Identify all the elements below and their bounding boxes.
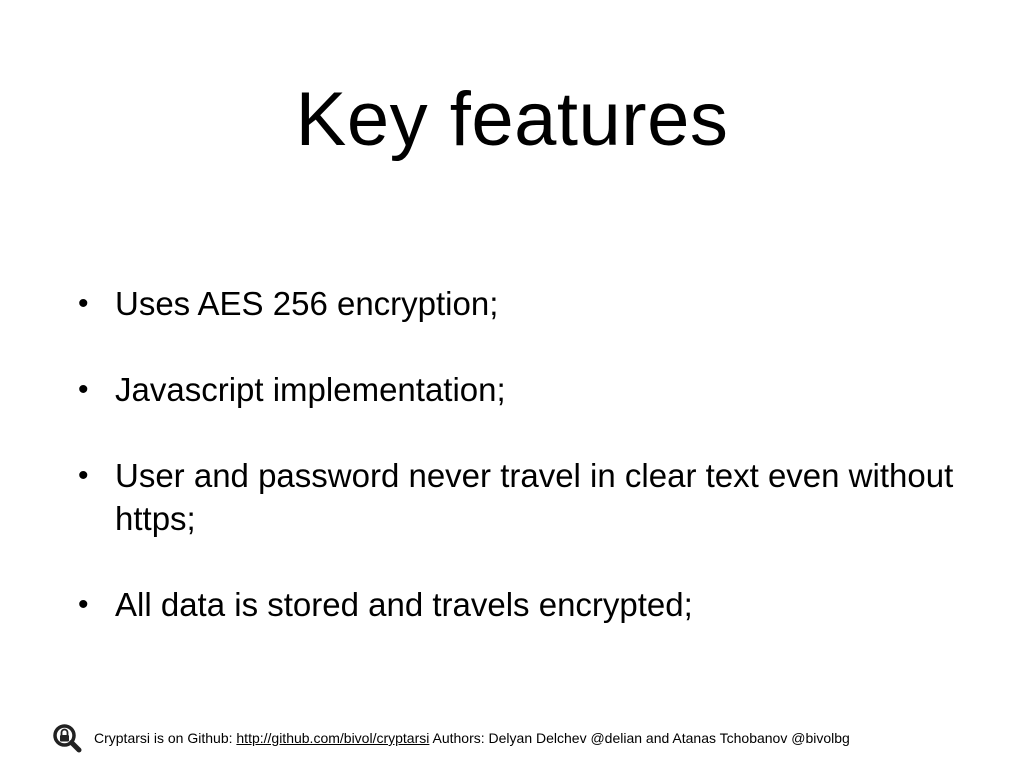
slide-title: Key features (295, 77, 729, 162)
bullet-item: • All data is stored and travels encrypt… (78, 583, 958, 626)
github-link[interactable]: http://github.com/bivol/cryptarsi (236, 730, 429, 746)
bullet-text: Javascript implementation; (115, 371, 506, 408)
magnifier-lock-icon (53, 724, 82, 753)
bullet-list: • Uses AES 256 encryption; • Javascript … (78, 282, 958, 669)
bullet-dot: • (78, 588, 89, 621)
bullet-text: All data is stored and travels encrypted… (115, 586, 693, 623)
footer-authors: Authors: Delyan Delchev @delian and Atan… (429, 730, 850, 746)
bullet-item: • Javascript implementation; (78, 368, 958, 411)
bullet-dot: • (78, 373, 89, 406)
bullet-text: User and password never travel in clear … (115, 457, 954, 537)
bullet-item: • User and password never travel in clea… (78, 454, 958, 540)
bullet-text: Uses AES 256 encryption; (115, 285, 499, 322)
footer: Cryptarsi is on Github: http://github.co… (52, 722, 992, 754)
footer-prefix: Cryptarsi is on Github: (94, 730, 237, 746)
bullet-dot: • (78, 287, 89, 320)
slide: Key features • Uses AES 256 encryption; … (0, 0, 1024, 768)
footer-text: Cryptarsi is on Github: http://github.co… (94, 729, 850, 747)
bullet-dot: • (78, 459, 89, 492)
bullet-item: • Uses AES 256 encryption; (78, 282, 958, 325)
